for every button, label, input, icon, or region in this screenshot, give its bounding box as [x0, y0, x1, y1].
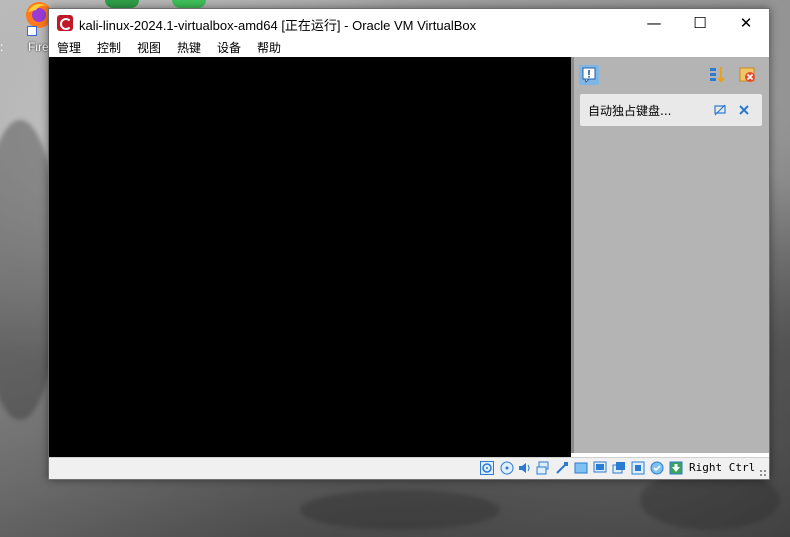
window-title: kali-linux-2024.1-virtualbox-amd64 [正在运行… — [79, 18, 477, 33]
status-bar: Right Ctrl — [49, 457, 769, 479]
menu-help[interactable]: 帮助 — [257, 39, 281, 56]
shortcut-arrow-icon — [27, 26, 37, 36]
menu-hotkeys[interactable]: 热键 — [177, 39, 201, 56]
maximize-button[interactable]: ☐ — [677, 9, 723, 37]
virtualbox-app-icon[interactable] — [57, 15, 73, 31]
menu-machine[interactable]: 管理 — [57, 39, 81, 56]
rock-texture — [300, 490, 500, 530]
menu-devices[interactable]: 设备 — [217, 39, 241, 56]
menu-bar: 管理 控制 视图 热键 设备 帮助 — [49, 37, 769, 57]
title-bar[interactable]: kali-linux-2024.1-virtualbox-amd64 [正在运行… — [49, 9, 769, 37]
clear-all-icon[interactable] — [738, 65, 758, 85]
usb-icon[interactable] — [555, 461, 569, 475]
vm-display[interactable] — [49, 57, 571, 457]
menu-view[interactable]: 视图 — [137, 39, 161, 56]
close-notification-icon[interactable] — [738, 104, 750, 116]
guest-additions-icon[interactable] — [650, 461, 664, 475]
network-icon[interactable] — [536, 461, 550, 475]
notification-item[interactable]: 自动独占键盘... — [580, 94, 762, 126]
menu-control[interactable]: 控制 — [97, 39, 121, 56]
display-icon[interactable] — [593, 461, 607, 475]
hard-disk-icon[interactable] — [480, 461, 494, 475]
desktop-icon-label[interactable]: Fire — [28, 40, 49, 54]
notification-center: 自动独占键盘... — [571, 57, 769, 453]
notification-toggle-icon[interactable] — [579, 65, 599, 85]
shared-folders-icon[interactable] — [574, 461, 588, 475]
audio-icon[interactable] — [518, 461, 532, 475]
app-icon-partial[interactable] — [172, 0, 206, 8]
cpu-activity-icon[interactable] — [631, 461, 645, 475]
sort-order-icon[interactable] — [708, 65, 728, 85]
virtualbox-window[interactable]: kali-linux-2024.1-virtualbox-amd64 [正在运行… — [48, 8, 770, 480]
resize-grip[interactable] — [759, 469, 767, 477]
dont-show-again-icon[interactable] — [714, 104, 726, 116]
minimize-button[interactable]: — — [631, 9, 677, 37]
notification-message: 自动独占键盘... — [588, 104, 672, 118]
desktop-edge-text: : — [0, 40, 4, 54]
video-capture-icon[interactable] — [612, 461, 626, 475]
desktop-background: Fire : kali-linux-2024.1-virtualbox-amd6… — [0, 0, 790, 537]
chrome-icon-partial[interactable] — [105, 0, 139, 8]
optical-drive-icon[interactable] — [500, 461, 514, 475]
mouse-integration-icon[interactable] — [669, 461, 683, 475]
close-button[interactable]: ✕ — [723, 9, 769, 37]
host-key-indicator[interactable]: Right Ctrl — [689, 461, 755, 474]
